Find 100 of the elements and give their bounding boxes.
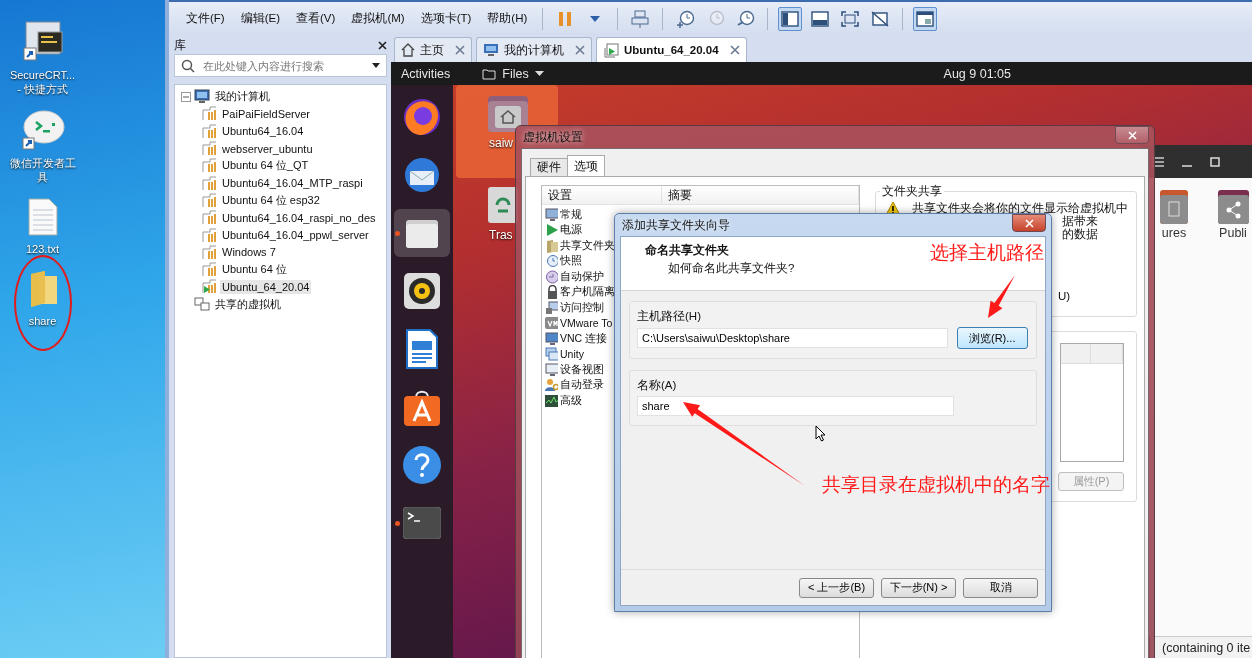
- pictures-folder-icon[interactable]: [1159, 188, 1189, 224]
- caret-icon: [590, 15, 601, 22]
- column-header[interactable]: 设置: [542, 186, 662, 204]
- tree-item[interactable]: Ubuntu64_16.04: [220, 124, 306, 139]
- tree-item[interactable]: Ubuntu64_16.04_ppwl_server: [220, 228, 371, 242]
- home-icon: [401, 43, 415, 57]
- fullscreen-icon: [841, 10, 860, 27]
- mail-icon[interactable]: [402, 155, 442, 195]
- menu-icon[interactable]: [1152, 156, 1164, 167]
- monitor-icon: [545, 362, 558, 377]
- maximize-icon[interactable]: [1210, 156, 1220, 167]
- document-icon[interactable]: [406, 329, 438, 369]
- tree-item[interactable]: Windows 7: [220, 245, 278, 260]
- keys-icon: [631, 9, 650, 28]
- close-icon: [378, 40, 387, 50]
- tab-label: 我的计算机: [504, 42, 564, 58]
- tab-label: Ubuntu_64_20.04: [624, 44, 719, 56]
- host-path-field[interactable]: C:\Users\saiwu\Desktop\share: [637, 328, 948, 348]
- activities-button[interactable]: Activities: [401, 66, 451, 81]
- menu-item[interactable]: 文件(F): [179, 11, 232, 26]
- play-icon: [545, 223, 558, 238]
- tab[interactable]: 硬件: [530, 158, 568, 176]
- tree-item[interactable]: Ubuntu_64_20.04: [220, 279, 312, 294]
- close-button[interactable]: [378, 40, 387, 50]
- tab[interactable]: 选项: [567, 155, 605, 176]
- mouse-cursor-icon: [815, 425, 826, 442]
- app-menu[interactable]: Files: [482, 66, 544, 81]
- sidebar-button[interactable]: [778, 6, 803, 31]
- help-icon[interactable]: [402, 445, 442, 485]
- window-off-icon: [871, 10, 890, 27]
- icon-label: share: [28, 314, 57, 328]
- close-icon: [455, 45, 465, 55]
- wizard-button[interactable]: 下一步(N) >: [881, 577, 956, 598]
- file-label: Publi: [1219, 226, 1247, 240]
- arrow: [988, 275, 1015, 318]
- warning-text: 据带来: [1062, 215, 1099, 228]
- tree-item[interactable]: Ubuntu 64 位_QT: [220, 157, 311, 175]
- text-file-icon[interactable]: [27, 198, 58, 236]
- tree-item[interactable]: Ubuntu 64 位 esp32: [220, 191, 322, 209]
- tree-item[interactable]: webserver_ubuntu: [220, 141, 315, 156]
- browser-icon[interactable]: [402, 97, 442, 137]
- browse-button[interactable]: 浏览(R)...: [956, 327, 1028, 349]
- close-button[interactable]: [1115, 126, 1149, 144]
- home-folder-icon[interactable]: [487, 93, 529, 133]
- settings-item[interactable]: 客户机隔离: [560, 285, 615, 300]
- thumbnail-button[interactable]: [913, 6, 938, 31]
- settings-item[interactable]: 自动登录: [560, 378, 604, 393]
- search-field[interactable]: 在此处键入内容进行搜索: [174, 54, 387, 77]
- settings-item[interactable]: 自动保护: [560, 269, 604, 284]
- menu-item[interactable]: 编辑(E): [233, 11, 288, 26]
- computer-icon: [194, 89, 210, 105]
- terminal-icon[interactable]: [403, 507, 441, 539]
- menu-item[interactable]: 虚拟机(M): [344, 11, 412, 26]
- tab[interactable]: 主页: [394, 37, 472, 62]
- tab[interactable]: 我的计算机: [476, 37, 592, 62]
- window-title: 虚拟机设置: [523, 129, 583, 145]
- running-vm-icon: [603, 42, 619, 58]
- windows-icon: [545, 347, 558, 362]
- icon-label: saiw: [488, 136, 513, 150]
- settings-item[interactable]: 高级: [560, 393, 582, 408]
- tree-item[interactable]: PaiPaiFieldServer: [220, 106, 313, 121]
- warning-text: 的数据: [1062, 228, 1099, 241]
- settings-item[interactable]: 设备视图: [560, 362, 604, 377]
- warning-text: 共享文件夹会将你的文件显示给虚拟机中: [912, 202, 1128, 215]
- monitor-icon: [545, 331, 558, 346]
- tree-item[interactable]: Ubuntu64_16.04_MTP_raspi: [220, 176, 365, 191]
- tab[interactable]: Ubuntu_64_20.04: [596, 37, 747, 62]
- settings-item[interactable]: 共享文件夹: [560, 238, 615, 253]
- wizard-button[interactable]: < 上一步(B): [799, 577, 874, 598]
- tree-item[interactable]: Ubuntu64_16.04_raspi_no_des: [220, 210, 378, 225]
- window-title: 添加共享文件夹向导: [622, 217, 730, 233]
- icon-label: Tras: [488, 228, 513, 242]
- settings-item[interactable]: Unity: [560, 348, 584, 361]
- settings-item[interactable]: VMware To: [560, 317, 613, 330]
- shared-folder-icon[interactable]: [1217, 188, 1249, 224]
- settings-item[interactable]: 快照: [560, 254, 582, 269]
- close-button[interactable]: [1012, 214, 1046, 232]
- settings-item[interactable]: 电源: [560, 223, 582, 238]
- pause-icon: [558, 10, 573, 27]
- wizard-button[interactable]: 取消: [963, 577, 1038, 598]
- chat-bubble-icon[interactable]: [20, 110, 65, 150]
- clock-icon: [545, 254, 558, 269]
- tab-label: 主页: [420, 42, 444, 58]
- speaker-icon[interactable]: [403, 272, 441, 310]
- settings-item[interactable]: 常规: [560, 207, 582, 222]
- clock[interactable]: Aug 9 01:05: [943, 66, 1011, 81]
- terminal-shortcut-icon[interactable]: [21, 20, 64, 62]
- name-field[interactable]: share: [637, 396, 954, 416]
- tree-item[interactable]: 我的计算机: [213, 88, 272, 106]
- panel-title: 库: [174, 37, 186, 53]
- expand-toggle[interactable]: [181, 91, 191, 102]
- menu-item[interactable]: 查看(V): [289, 11, 343, 26]
- settings-item[interactable]: VNC 连接: [560, 331, 608, 346]
- menu-item[interactable]: 帮助(H): [480, 11, 535, 26]
- close-icon: [1024, 218, 1034, 228]
- tree-item[interactable]: Ubuntu 64 位: [220, 261, 289, 279]
- menu-item[interactable]: 选项卡(T): [413, 11, 479, 26]
- tree-item[interactable]: 共享的虚拟机: [213, 295, 283, 313]
- settings-item[interactable]: 访问控制: [560, 300, 604, 315]
- column-header[interactable]: 摘要: [662, 186, 859, 204]
